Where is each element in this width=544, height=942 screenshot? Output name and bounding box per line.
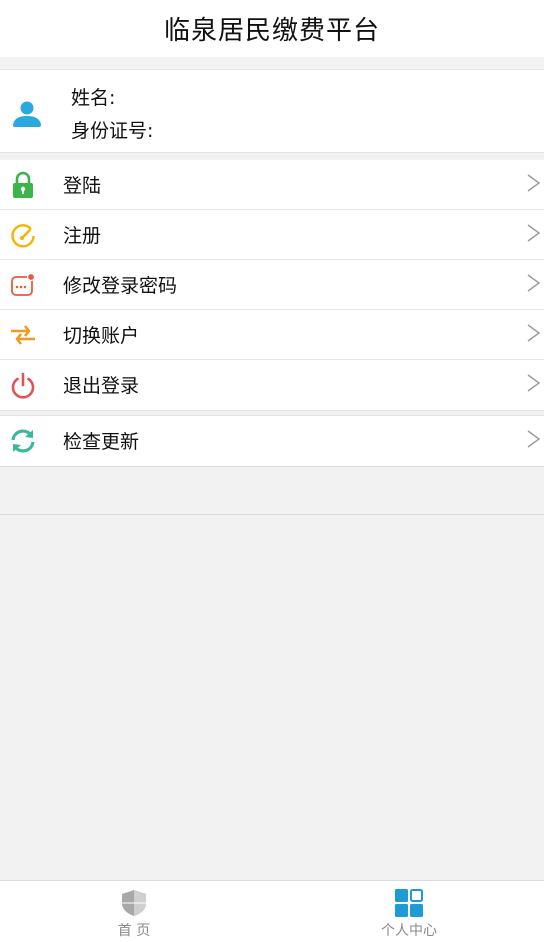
profile-card[interactable]: 姓名: 身份证号: [0,69,544,153]
tab-personal-center-label: 个人中心 [381,923,437,939]
menu-label: 登陆 [63,175,102,197]
shield-icon [122,890,146,916]
tab-personal-center[interactable]: 个人中心 [272,881,544,942]
account-menu: 登陆 注册 修改登录密码 切换账户 退出登录 [0,160,544,411]
menu-label: 检查更新 [63,431,140,453]
menu-item-change-password[interactable]: 修改登录密码 [0,260,544,310]
chevron-right-icon [527,224,541,242]
refresh-icon [11,429,35,453]
lock-icon [13,171,33,198]
page-title: 临泉居民缴费平台 [163,16,380,46]
menu-item-check-update[interactable]: 检查更新 [0,416,544,466]
gauge-icon [11,224,35,248]
name-label: 姓名: [71,87,116,109]
menu-label: 修改登录密码 [63,275,178,297]
tab-home-label: 首 页 [117,923,151,939]
menu-label: 注册 [63,225,102,247]
menu-item-register[interactable]: 注册 [0,210,544,260]
chevron-right-icon [527,174,541,192]
menu-label: 退出登录 [63,375,140,397]
tab-bar: 首 页 个人中心 [0,880,544,942]
switch-arrows-icon [11,325,35,345]
chevron-right-icon [527,324,541,342]
menu-item-logout[interactable]: 退出登录 [0,360,544,410]
menu-item-switch-account[interactable]: 切换账户 [0,310,544,360]
id-number-label: 身份证号: [71,120,154,142]
chevron-right-icon [527,374,541,392]
chevron-right-icon [527,430,541,448]
password-icon [11,272,36,296]
power-icon [11,372,35,399]
content-divider [0,514,544,515]
user-avatar-icon [13,101,41,127]
grid-icon [395,889,423,917]
update-menu: 检查更新 [0,415,544,467]
menu-label: 切换账户 [63,325,140,347]
chevron-right-icon [527,274,541,292]
tab-home[interactable]: 首 页 [0,881,272,942]
menu-item-login[interactable]: 登陆 [0,160,544,210]
app-header: 临泉居民缴费平台 [0,0,544,57]
